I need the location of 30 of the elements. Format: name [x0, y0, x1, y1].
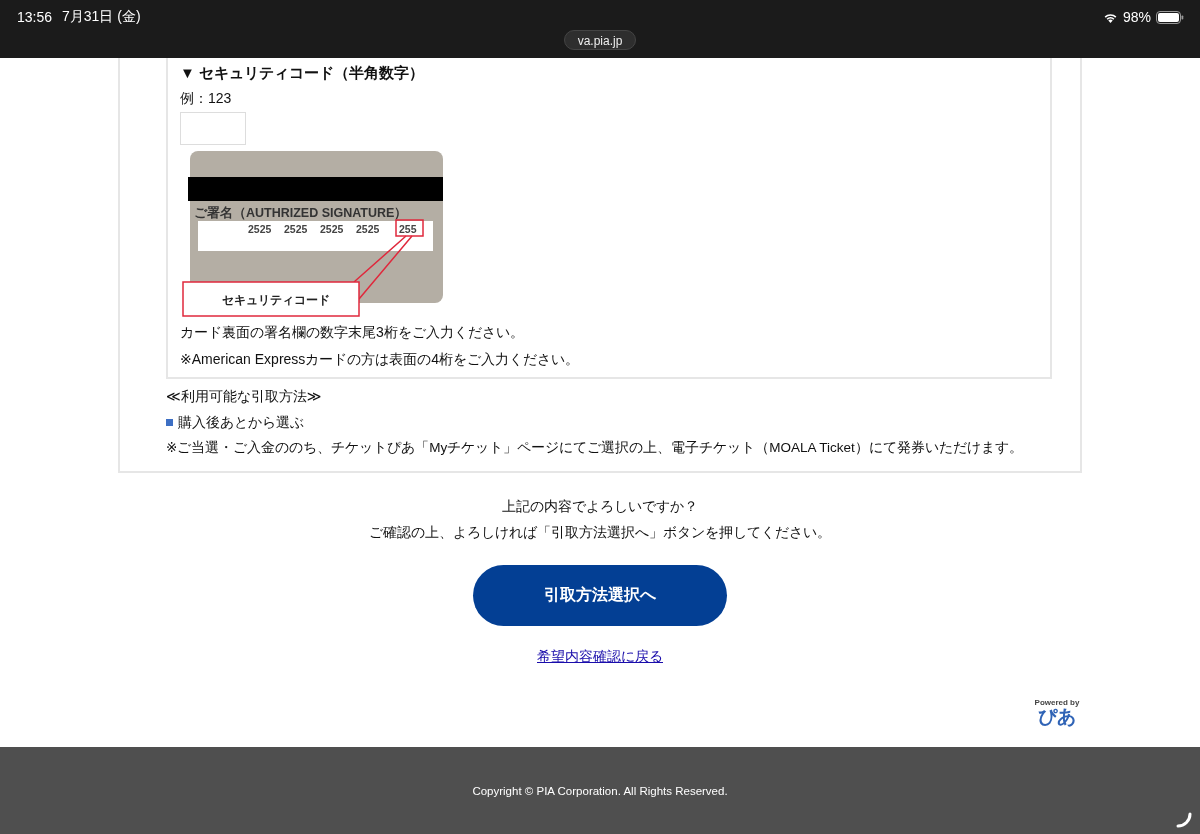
bullet-icon — [166, 418, 173, 426]
pickup-note: ※ご当選・ご入金ののち、チケットぴあ「Myチケット」ページにてご選択の上、電子チケット（MOALA Ticket）にて発券いただけます。 — [166, 439, 1024, 457]
card-number: 2525 — [356, 223, 380, 235]
pia-logo: Powered by ぴあ — [1034, 698, 1080, 727]
confirm-text: ご確認の上、よろしければ「引取方法選択へ」ボタンを押してください。 — [369, 523, 831, 542]
battery-icon — [1156, 10, 1184, 24]
section-heading: ▼ セキュリティコード（半角数字） — [180, 64, 425, 83]
card-number: 2525 — [248, 223, 272, 235]
pickup-option: 購入後あとから選ぶ — [178, 409, 304, 435]
address-bar[interactable]: va.pia.jp — [564, 30, 636, 50]
card-number: 2525 — [320, 223, 344, 235]
back-link[interactable]: 希望内容確認に戻る — [537, 648, 663, 666]
card-number: 2525 — [284, 223, 308, 235]
copyright-text: Copyright © PIA Corporation. All Rights Reserved. — [472, 784, 728, 797]
note-text: ※American Expressカードの方は表面の4桁をご入力ください。 — [180, 350, 581, 369]
input-field[interactable] — [180, 112, 246, 145]
callout-box: セキュリティコード — [182, 281, 360, 317]
status-date: 7月31日 (金) — [62, 8, 141, 26]
status-time: 13:56 — [17, 9, 53, 25]
confirm-text: 上記の内容でよろしいですか？ — [502, 497, 698, 516]
battery-percent: 98% — [1122, 9, 1151, 25]
leader-line — [353, 235, 413, 300]
code-highlight: 255 — [395, 219, 424, 237]
wifi-icon — [1102, 11, 1118, 23]
loading-icon — [1176, 812, 1192, 828]
signature-label: ご署名（AUTHRIZED SIGNATURE） — [194, 206, 408, 220]
pickup-heading: ≪利用可能な引取方法≫ — [166, 387, 323, 406]
note-text: カード裏面の署名欄の数字末尾3桁をご入力ください。 — [180, 323, 525, 342]
next-button[interactable]: 引取方法選択へ — [473, 565, 727, 626]
example-text: 例：123 — [180, 90, 233, 108]
